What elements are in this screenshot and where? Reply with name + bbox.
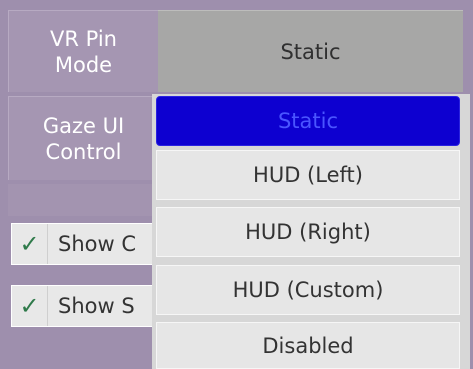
show-c-toggle-label: Show C xyxy=(58,232,137,256)
dropdown-option-hud-left[interactable]: HUD (Left) xyxy=(156,150,460,200)
gaze-ui-control-label-line2: Control xyxy=(45,139,122,164)
vr-pin-mode-label-line1: VR Pin xyxy=(50,26,117,51)
show-s-toggle[interactable]: ✓ Show S xyxy=(11,285,171,327)
checkmark-icon: ✓ xyxy=(12,224,48,264)
dropdown-option-disabled[interactable]: Disabled xyxy=(156,322,460,369)
dropdown-option-hud-right[interactable]: HUD (Right) xyxy=(156,207,460,257)
vr-pin-mode-label: VR Pin Mode xyxy=(8,10,158,92)
vr-pin-mode-selected-value: Static xyxy=(280,39,341,64)
dropdown-option-static[interactable]: Static xyxy=(156,96,460,146)
show-c-toggle[interactable]: ✓ Show C xyxy=(11,223,171,265)
vr-pin-mode-dropdown-list: Static HUD (Left) HUD (Right) HUD (Custo… xyxy=(152,94,470,369)
vr-pin-mode-label-line2: Mode xyxy=(54,52,113,77)
vr-pin-mode-select[interactable]: Static xyxy=(158,10,463,92)
show-s-toggle-label: Show S xyxy=(58,294,135,318)
gaze-ui-control-label: Gaze UI Control xyxy=(8,96,158,180)
gaze-ui-control-label-line1: Gaze UI xyxy=(42,113,125,138)
empty-cell xyxy=(8,184,158,216)
checkmark-icon: ✓ xyxy=(12,286,48,326)
dropdown-option-hud-custom[interactable]: HUD (Custom) xyxy=(156,265,460,315)
vr-settings-panel: VR Pin Mode Static Gaze UI Control ✓ Sho… xyxy=(0,0,473,369)
